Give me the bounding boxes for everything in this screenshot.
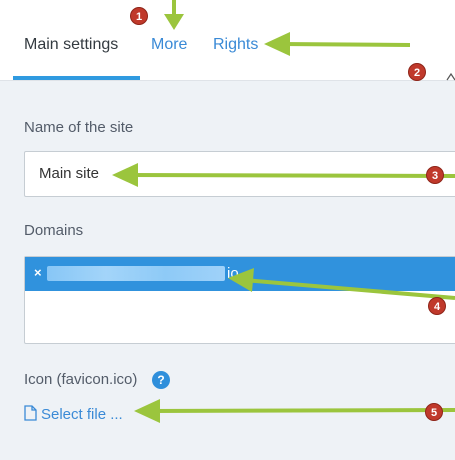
- callout-badge-5: 5: [425, 403, 443, 421]
- callout-badge-4: 4: [428, 297, 446, 315]
- help-icon[interactable]: ?: [152, 371, 170, 389]
- callout-badge-3: 3: [426, 166, 444, 184]
- select-file-label: Select file ...: [41, 406, 123, 423]
- domains-label: Domains: [24, 222, 84, 239]
- file-icon: [24, 405, 37, 421]
- callout-badge-2: 2: [408, 63, 426, 81]
- domain-chip-text: io: [227, 265, 239, 282]
- tab-bar: Main settings More Rights: [0, 0, 455, 81]
- tab-more[interactable]: More: [151, 36, 187, 54]
- site-name-value: Main site: [39, 165, 100, 182]
- tab-rights[interactable]: Rights: [213, 36, 258, 54]
- select-file-link[interactable]: Select file ...: [24, 405, 123, 423]
- tab-main-settings[interactable]: Main settings: [24, 36, 118, 54]
- remove-domain-icon[interactable]: ×: [34, 265, 42, 280]
- active-tab-indicator: [13, 76, 140, 80]
- domains-field[interactable]: × io: [24, 256, 455, 344]
- domain-chip[interactable]: × io: [25, 257, 455, 291]
- blurred-domain-text: [47, 266, 225, 281]
- site-name-label: Name of the site: [24, 119, 134, 136]
- site-name-field[interactable]: Main site: [24, 151, 455, 197]
- icon-label: Icon (favicon.ico): [24, 371, 138, 388]
- callout-badge-1: 1: [130, 7, 148, 25]
